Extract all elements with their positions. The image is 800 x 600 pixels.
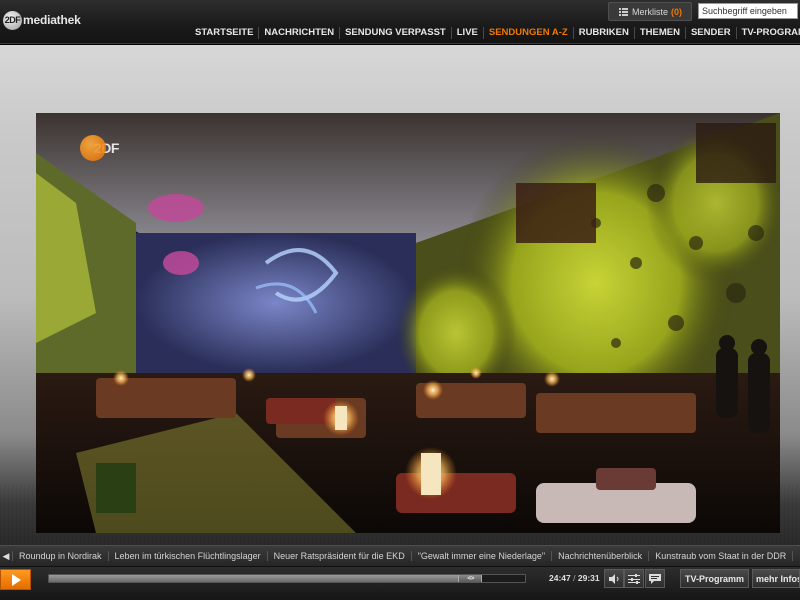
merkliste-button[interactable]: Merkliste (0) (608, 2, 692, 21)
ticker-prev-icon[interactable]: ◀ (0, 546, 12, 566)
ticker-item[interactable]: Leben im türkischen Flüchtlingslager (107, 551, 267, 561)
total-time: 29:31 (577, 573, 600, 583)
play-button[interactable] (0, 569, 31, 590)
logo-text: mediathek (23, 13, 81, 27)
nav-item-themen[interactable]: THEMEN (633, 27, 685, 39)
ticker-item[interactable]: Roundup in Nordirak (12, 551, 108, 561)
ticker-item[interactable]: Neuer Ratspräsident für die EKD (266, 551, 411, 561)
video-frame[interactable]: 2DF (36, 113, 780, 533)
time-display: 24:47 / 29:31 (549, 573, 600, 583)
ticker-item[interactable]: "Gewalt immer eine Niederlage" (410, 551, 551, 561)
player-stage: 2DF (0, 45, 800, 545)
progress-handle[interactable]: <·> (458, 575, 483, 582)
tv-programm-button[interactable]: TV-Programm (680, 569, 749, 588)
nav-item-sendungen-a-z[interactable]: SENDUNGEN A-Z (482, 27, 573, 39)
subtitles-button[interactable] (645, 569, 665, 588)
nav-item-sendung-verpasst[interactable]: SENDUNG VERPASST (339, 27, 451, 39)
list-icon (619, 7, 628, 16)
quality-settings-button[interactable] (624, 569, 644, 588)
speaker-icon (608, 573, 618, 584)
main-navigation: STARTSEITE NACHRICHTEN SENDUNG VERPASST LIV… (190, 26, 800, 40)
time-separator: / (573, 573, 576, 583)
nav-item-live[interactable]: LIVE (450, 27, 483, 39)
volume-button[interactable] (604, 569, 624, 588)
merkliste-label: Merkliste (632, 6, 669, 17)
nav-item-sender[interactable]: SENDER (684, 27, 736, 39)
ticker-item[interactable]: Nachrichtenüberblick (551, 551, 648, 561)
nav-item-startseite[interactable]: STARTSEITE (190, 27, 258, 39)
nav-item-rubriken[interactable]: RUBRIKEN (572, 27, 634, 39)
nav-item-tv-programm[interactable]: TV-PROGRAMM (735, 27, 800, 39)
player-controls: <·> 24:47 / 29:31 TV-Programm mehr Infos (0, 567, 800, 600)
merkliste-count: (0) (671, 6, 683, 17)
mehr-infos-button[interactable]: mehr Infos (752, 569, 800, 588)
zdf-mediathek-logo[interactable]: 2DF mediathek (3, 9, 81, 31)
nav-item-nachrichten[interactable]: NACHRICHTEN (258, 27, 339, 39)
speech-bubble-icon (649, 573, 661, 584)
related-videos-ticker: ◀ Roundup in Nordirak Leben im türkischen… (0, 545, 800, 567)
ticker-item[interactable]: Na (792, 551, 800, 561)
top-bar: 2DF mediathek Merkliste (0) STARTSEITENA… (0, 0, 800, 44)
ticker-item[interactable]: Kunstraub vom Staat in der DDR (648, 551, 792, 561)
current-time: 24:47 (549, 573, 571, 583)
search-input[interactable] (698, 3, 798, 19)
progress-fill (49, 575, 459, 582)
channel-bug: 2DF (80, 135, 119, 161)
progress-bar[interactable]: <·> (48, 574, 526, 583)
play-icon (11, 573, 21, 586)
settings-sliders-icon (628, 573, 640, 584)
video-still (36, 113, 780, 533)
zdf-bug-icon (80, 135, 106, 161)
zdf-logo-icon: 2DF (3, 10, 22, 30)
